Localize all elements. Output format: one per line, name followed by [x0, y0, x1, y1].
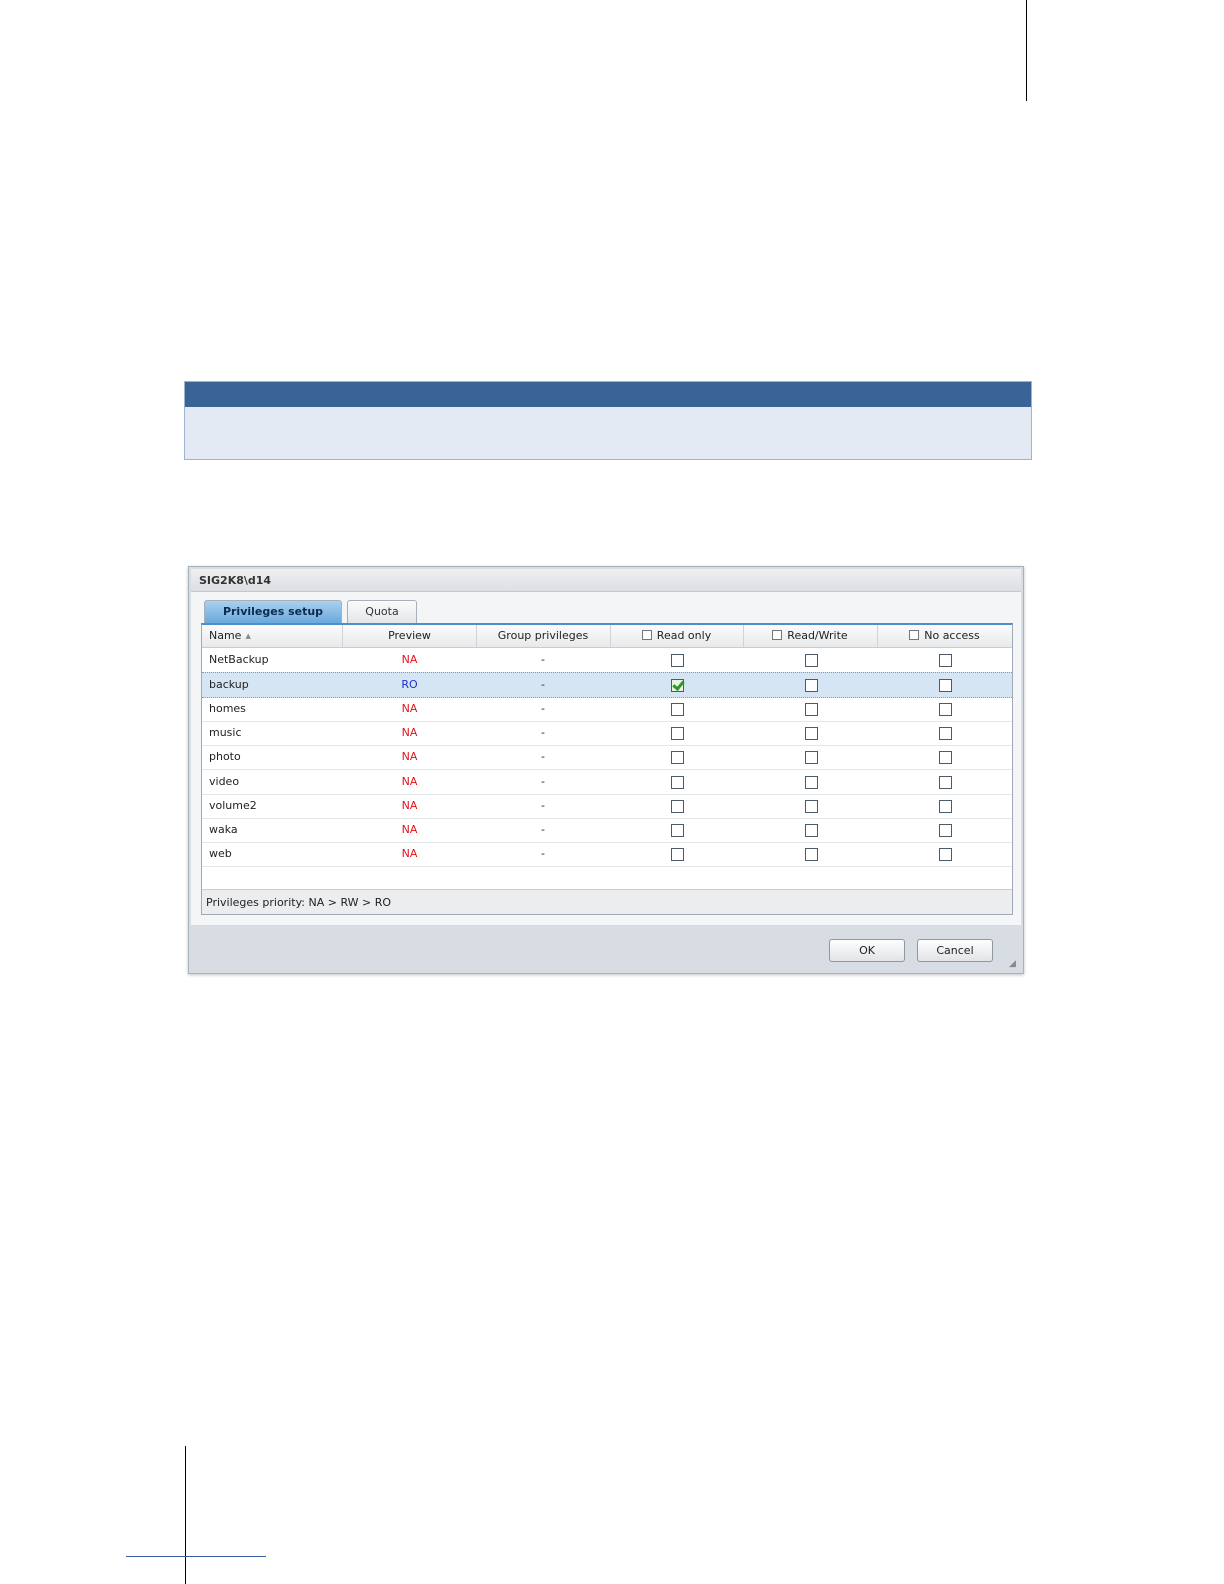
row-group-privileges: -: [541, 750, 545, 764]
select-all-read-write-checkbox[interactable]: [772, 630, 783, 640]
no-access-checkbox[interactable]: [939, 848, 952, 862]
page-rule-bottom: [126, 1556, 266, 1557]
no-access-checkbox[interactable]: [939, 775, 952, 789]
dialog-titlebar[interactable]: SIG2K8\d14: [191, 569, 1021, 592]
row-preview: NA: [401, 798, 418, 812]
dialog-body: Privileges setup Quota Name ▲ Preview Gro…: [191, 592, 1021, 925]
row-name: web: [209, 847, 232, 861]
dialog-title: SIG2K8\d14: [199, 574, 272, 587]
privileges-dialog: SIG2K8\d14 Privileges setup Quota Name ▲ …: [188, 566, 1024, 974]
read-write-checkbox[interactable]: [805, 848, 818, 862]
column-header-no-access[interactable]: No access: [877, 625, 1012, 647]
read-write-checkbox[interactable]: [805, 679, 818, 693]
cancel-button[interactable]: Cancel: [917, 939, 993, 962]
row-preview: NA: [401, 653, 418, 666]
row-group-privileges: -: [541, 701, 545, 715]
row-preview: RO: [401, 678, 418, 692]
column-header-name-label: Name: [209, 629, 242, 642]
resize-grip-icon[interactable]: ◢: [1009, 959, 1019, 969]
row-name: backup: [209, 678, 249, 692]
row-preview: NA: [401, 774, 418, 788]
column-header-no-access-label: No access: [924, 629, 980, 642]
row-group-privileges: -: [541, 653, 545, 666]
read-write-checkbox[interactable]: [805, 799, 818, 813]
read-only-checkbox[interactable]: [671, 702, 684, 716]
row-name: music: [209, 725, 242, 739]
read-write-checkbox[interactable]: [805, 654, 818, 667]
table-row[interactable]: waka NA -: [202, 818, 1012, 844]
privileges-priority-text: Privileges priority: NA > RW > RO: [206, 896, 392, 909]
row-preview: NA: [401, 725, 418, 739]
no-access-checkbox[interactable]: [939, 702, 952, 716]
tab-quota[interactable]: Quota: [347, 600, 417, 623]
read-write-checkbox[interactable]: [805, 726, 818, 740]
tab-privileges-setup[interactable]: Privileges setup: [204, 600, 342, 623]
row-group-privileges: -: [541, 774, 545, 788]
grid-header: Name ▲ Preview Group privileges Read only…: [202, 625, 1012, 648]
page-rule-left: [185, 1446, 186, 1584]
sort-ascending-icon: ▲: [245, 632, 251, 640]
column-header-preview[interactable]: Preview: [343, 625, 477, 647]
table-row[interactable]: homes NA -: [202, 697, 1012, 722]
read-write-checkbox[interactable]: [805, 751, 818, 765]
row-group-privileges: -: [541, 678, 545, 692]
column-header-read-write[interactable]: Read/Write: [743, 625, 878, 647]
row-preview: NA: [401, 847, 418, 861]
read-only-checkbox[interactable]: [671, 726, 684, 740]
row-name: waka: [209, 823, 238, 837]
table-row[interactable]: web NA -: [202, 842, 1012, 868]
row-name: volume2: [209, 798, 257, 812]
no-access-checkbox[interactable]: [939, 824, 952, 838]
no-access-checkbox[interactable]: [939, 726, 952, 740]
row-name: homes: [209, 701, 246, 715]
row-group-privileges: -: [541, 823, 545, 837]
table-row[interactable]: backup RO -: [202, 672, 1012, 699]
read-write-checkbox[interactable]: [805, 702, 818, 716]
row-preview: NA: [401, 823, 418, 837]
column-header-read-only-label: Read only: [656, 629, 712, 642]
row-name: NetBackup: [209, 653, 269, 666]
read-only-checkbox[interactable]: [671, 775, 684, 789]
table-row[interactable]: photo NA -: [202, 745, 1012, 771]
no-access-checkbox[interactable]: [939, 751, 952, 765]
row-preview: NA: [401, 750, 418, 764]
select-all-no-access-checkbox[interactable]: [909, 630, 920, 640]
column-header-name[interactable]: Name ▲: [202, 625, 343, 647]
row-group-privileges: -: [541, 847, 545, 861]
note-box: [184, 381, 1032, 460]
read-only-checkbox[interactable]: [671, 654, 684, 667]
ok-button[interactable]: OK: [829, 939, 905, 962]
row-name: video: [209, 774, 240, 788]
column-header-group-privileges[interactable]: Group privileges: [476, 625, 611, 647]
table-row[interactable]: NetBackup NA -: [202, 648, 1012, 673]
table-row[interactable]: volume2 NA -: [202, 794, 1012, 819]
column-header-read-write-label: Read/Write: [787, 629, 848, 642]
no-access-checkbox[interactable]: [939, 654, 952, 667]
read-only-checkbox[interactable]: [671, 799, 684, 813]
no-access-checkbox[interactable]: [939, 799, 952, 813]
grid-footer: Privileges priority: NA > RW > RO: [202, 889, 1012, 914]
select-all-read-only-checkbox[interactable]: [641, 630, 652, 640]
read-only-checkbox[interactable]: [671, 848, 684, 862]
row-group-privileges: -: [541, 798, 545, 812]
column-header-group-label: Group privileges: [497, 629, 589, 642]
read-only-checkbox[interactable]: [671, 751, 684, 765]
column-header-read-only[interactable]: Read only: [610, 625, 744, 647]
page-rule-top: [1026, 0, 1027, 101]
read-write-checkbox[interactable]: [805, 824, 818, 838]
privileges-grid: Name ▲ Preview Group privileges Read only…: [201, 623, 1013, 915]
table-row[interactable]: video NA -: [202, 770, 1012, 795]
table-row[interactable]: music NA -: [202, 721, 1012, 746]
read-write-checkbox[interactable]: [805, 775, 818, 789]
read-only-checkbox[interactable]: [671, 679, 684, 693]
read-only-checkbox[interactable]: [671, 824, 684, 838]
note-box-header: [185, 382, 1031, 407]
column-header-preview-label: Preview: [388, 629, 431, 642]
no-access-checkbox[interactable]: [939, 679, 952, 693]
row-preview: NA: [401, 701, 418, 715]
row-name: photo: [209, 750, 241, 764]
row-group-privileges: -: [541, 725, 545, 739]
